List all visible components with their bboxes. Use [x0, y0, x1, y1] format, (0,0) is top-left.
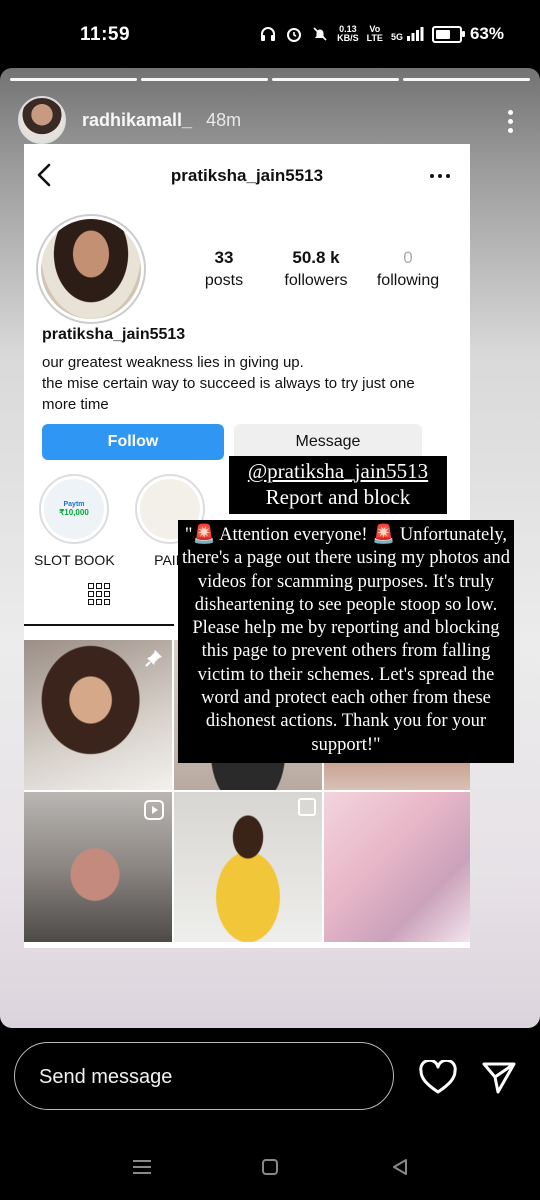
story-progress-segment	[403, 78, 530, 81]
volte-indicator: Vo LTE	[366, 24, 383, 43]
story-more-icon[interactable]	[508, 110, 514, 134]
mention-sticker[interactable]: @pratiksha_jain5513 Report and block	[229, 456, 447, 514]
grid-icon	[88, 583, 110, 605]
system-nav-bar	[0, 1140, 540, 1200]
mention-action-text: Report and block	[265, 485, 411, 509]
story-time: 48m	[206, 109, 242, 130]
stat-following: 0 following	[376, 248, 440, 289]
mute-bell-icon	[311, 25, 329, 43]
story-username[interactable]: radhikamall_	[82, 110, 192, 131]
status-bar: 11:59 0.13 KB/S Vo LTE 5G 63%	[0, 0, 540, 70]
profile-avatar	[36, 214, 146, 324]
post-thumbnail	[24, 640, 172, 790]
story-progress-segment	[272, 78, 399, 81]
reel-icon	[144, 800, 164, 820]
story-progress-segment	[141, 78, 268, 81]
pin-icon	[144, 648, 164, 668]
story-header: radhikamall_ 48m	[18, 96, 241, 144]
story-avatar[interactable]	[18, 96, 66, 144]
heart-icon[interactable]	[418, 1058, 458, 1096]
send-message-input[interactable]	[37, 1061, 381, 1093]
story-reply-bar	[0, 1030, 540, 1130]
profile-display-name: pratiksha_jain5513	[42, 326, 186, 343]
profile-header-username: pratiksha_jain5513	[170, 166, 324, 185]
status-time: 11:59	[80, 24, 131, 45]
bio-line: the mise certain way to succeed is alway…	[42, 375, 415, 413]
follow-button: Follow	[42, 424, 224, 460]
grid-tab	[24, 564, 174, 626]
alarm-icon	[285, 25, 303, 43]
highlight-item: Paytm ₹10,000 SLOT BOOK	[34, 474, 115, 568]
recent-apps-icon[interactable]	[129, 1154, 155, 1180]
story-caption: "🚨 Attention everyone! 🚨 Unfortunately, …	[178, 520, 514, 763]
status-icons: 0.13 KB/S Vo LTE 5G 63%	[259, 24, 504, 44]
back-icon[interactable]	[387, 1154, 413, 1180]
bio-line: our greatest weakness lies in giving up.	[42, 354, 304, 371]
message-button: Message	[234, 424, 422, 460]
stat-followers: 50.8 k followers	[284, 248, 348, 289]
battery-percent: 63%	[469, 24, 504, 43]
story-viewer[interactable]: radhikamall_ 48m pratiksha_jain5513 33 p…	[0, 68, 540, 1028]
net-speed: 0.13 KB/S	[337, 24, 359, 43]
mention-handle[interactable]: @pratiksha_jain5513	[229, 458, 447, 484]
post-thumbnail	[24, 792, 172, 942]
post-thumbnail	[324, 792, 470, 942]
stat-posts: 33 posts	[204, 248, 244, 289]
headphones-icon	[259, 25, 277, 43]
send-message-field[interactable]	[14, 1042, 394, 1110]
home-icon[interactable]	[257, 1154, 283, 1180]
paper-plane-icon[interactable]	[480, 1058, 518, 1096]
post-thumbnail	[174, 792, 322, 942]
story-progress-segment	[10, 78, 137, 81]
more-horizontal-icon	[430, 174, 450, 178]
battery-icon	[431, 25, 465, 43]
signal-icon: 5G	[391, 26, 424, 42]
multi-photo-icon	[298, 798, 316, 816]
story-progress	[10, 78, 530, 81]
